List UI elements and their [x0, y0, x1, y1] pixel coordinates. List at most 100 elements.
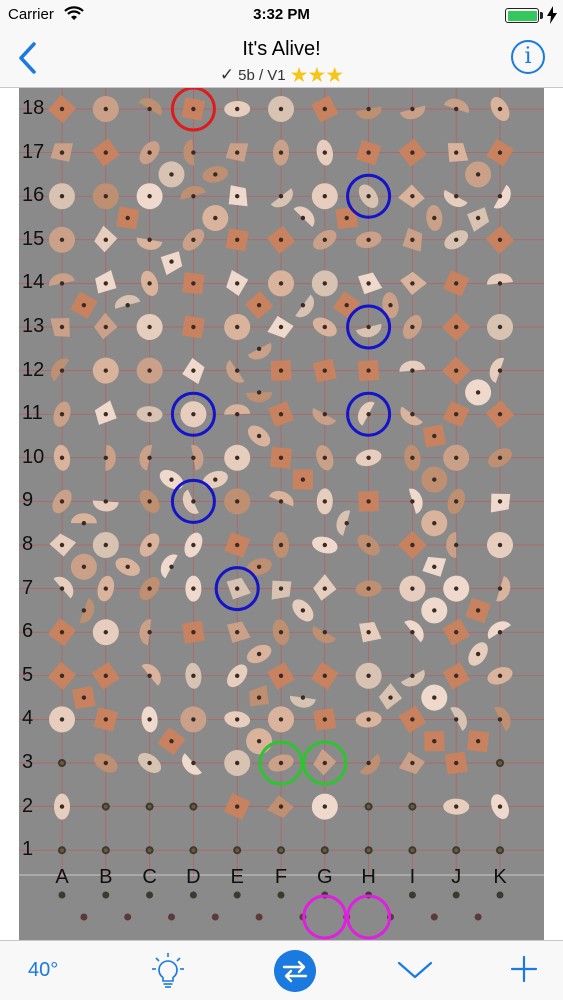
- climbing-hold: [408, 488, 423, 514]
- climbing-hold: [292, 469, 314, 490]
- column-label: B: [99, 866, 113, 888]
- climbing-hold: [313, 707, 337, 731]
- climbing-hold: [424, 731, 445, 752]
- climbing-hold: [311, 183, 338, 210]
- info-button[interactable]: i: [511, 40, 545, 74]
- climbing-hold: [181, 97, 206, 121]
- climbing-hold: [116, 206, 140, 230]
- climbing-hold: [245, 291, 274, 320]
- climbing-hold: [92, 619, 119, 646]
- climbing-hold: [312, 358, 337, 383]
- climbing-hold: [70, 513, 97, 526]
- row-label: 3: [22, 751, 34, 773]
- climbing-hold: [141, 663, 161, 686]
- climbing-hold: [398, 751, 425, 775]
- climbing-hold: [402, 227, 423, 252]
- climbing-hold: [47, 94, 77, 124]
- climbing-hold: [398, 705, 427, 734]
- foot-hold-ring: [302, 894, 348, 940]
- climbing-hold: [160, 251, 183, 276]
- climbing-hold: [136, 406, 163, 423]
- board-canvas: [19, 88, 544, 940]
- climbing-hold: [356, 140, 382, 166]
- climbing-hold: [332, 291, 361, 320]
- climbing-hold: [180, 401, 207, 428]
- tab-bar: 40°: [0, 940, 563, 1000]
- kicker-bolt-hole: [211, 913, 219, 921]
- climbing-hold: [487, 314, 513, 340]
- climbing-hold: [442, 270, 470, 297]
- climbing-hold: [157, 727, 186, 756]
- row-label: 15: [22, 227, 45, 250]
- status-time: 3:32 PM: [253, 6, 310, 23]
- climbing-hold: [357, 401, 375, 426]
- climbing-hold: [246, 644, 272, 664]
- climbing-hold: [355, 662, 382, 689]
- climbing-hold: [442, 312, 471, 342]
- climbing-hold: [182, 357, 205, 385]
- column-label: A: [55, 866, 69, 888]
- climbing-hold: [382, 292, 399, 319]
- climbing-hold: [182, 489, 199, 514]
- row-label: 5: [22, 663, 34, 686]
- climbing-hold: [246, 558, 272, 576]
- kicker-bolt-hole: [58, 891, 66, 899]
- climbing-hold: [70, 553, 97, 580]
- chevron-down-icon[interactable]: [396, 955, 434, 985]
- bolt-hole-center: [191, 848, 196, 853]
- climbing-hold: [202, 166, 229, 183]
- kicker-bolt-hole: [474, 913, 482, 921]
- climbing-hold: [467, 730, 490, 753]
- climbing-hold: [270, 188, 293, 208]
- climbing-hold: [398, 138, 427, 167]
- climbing-hold: [313, 748, 337, 776]
- row-label: 12: [22, 358, 45, 381]
- climbing-hold: [79, 598, 95, 624]
- climbing-hold: [293, 206, 315, 228]
- climbing-hold: [268, 270, 294, 297]
- climbing-hold: [48, 618, 76, 647]
- climbing-hold: [182, 272, 205, 295]
- lightbulb-icon[interactable]: [150, 952, 186, 990]
- climbing-hold: [442, 618, 470, 646]
- climbing-hold: [311, 270, 338, 297]
- climbing-hold: [442, 356, 471, 385]
- navigation-bar: It's Alive! ✓ 5b / V1 ★★★ i: [0, 30, 563, 88]
- plus-icon[interactable]: [510, 955, 538, 983]
- status-bar: Carrier 3:32 PM: [0, 0, 563, 30]
- grade-label: 5b / V1: [238, 67, 286, 84]
- climbing-hold: [267, 315, 294, 339]
- climbing-hold: [268, 401, 294, 428]
- kicker-bolt-hole: [496, 891, 504, 899]
- climbing-hold: [224, 532, 251, 558]
- climbing-hold: [270, 446, 292, 469]
- bolt-hole-center: [191, 804, 196, 809]
- climbing-hold: [225, 228, 249, 252]
- row-label: 2: [22, 794, 34, 817]
- climbing-hold: [399, 360, 426, 373]
- climbing-hold: [485, 400, 515, 429]
- climbing-hold: [224, 314, 251, 340]
- climbing-hold: [72, 685, 96, 710]
- climbing-hold: [443, 575, 470, 602]
- kicker-bolt-hole: [452, 891, 460, 899]
- row-label: 10: [22, 445, 45, 468]
- climbing-hold: [316, 488, 333, 515]
- climbing-hold: [446, 532, 459, 558]
- kicker-bolt-hole: [233, 891, 241, 899]
- board-angle-button[interactable]: 40°: [28, 959, 58, 982]
- climbing-hold: [54, 793, 70, 820]
- climbing-hold: [442, 662, 470, 690]
- column-label: F: [274, 866, 288, 888]
- climbing-hold: [269, 490, 294, 507]
- climbing-hold: [139, 444, 153, 471]
- climbing-hold: [92, 183, 119, 210]
- climbing-hold: [181, 315, 205, 339]
- climbing-hold: [489, 357, 505, 383]
- climbing-hold: [450, 707, 467, 731]
- climbing-hold: [224, 444, 251, 471]
- climbing-hold: [487, 273, 513, 286]
- swap-arrows-icon[interactable]: [274, 950, 316, 992]
- climbing-hold: [404, 444, 421, 471]
- kicker-bolt-hole: [430, 913, 438, 921]
